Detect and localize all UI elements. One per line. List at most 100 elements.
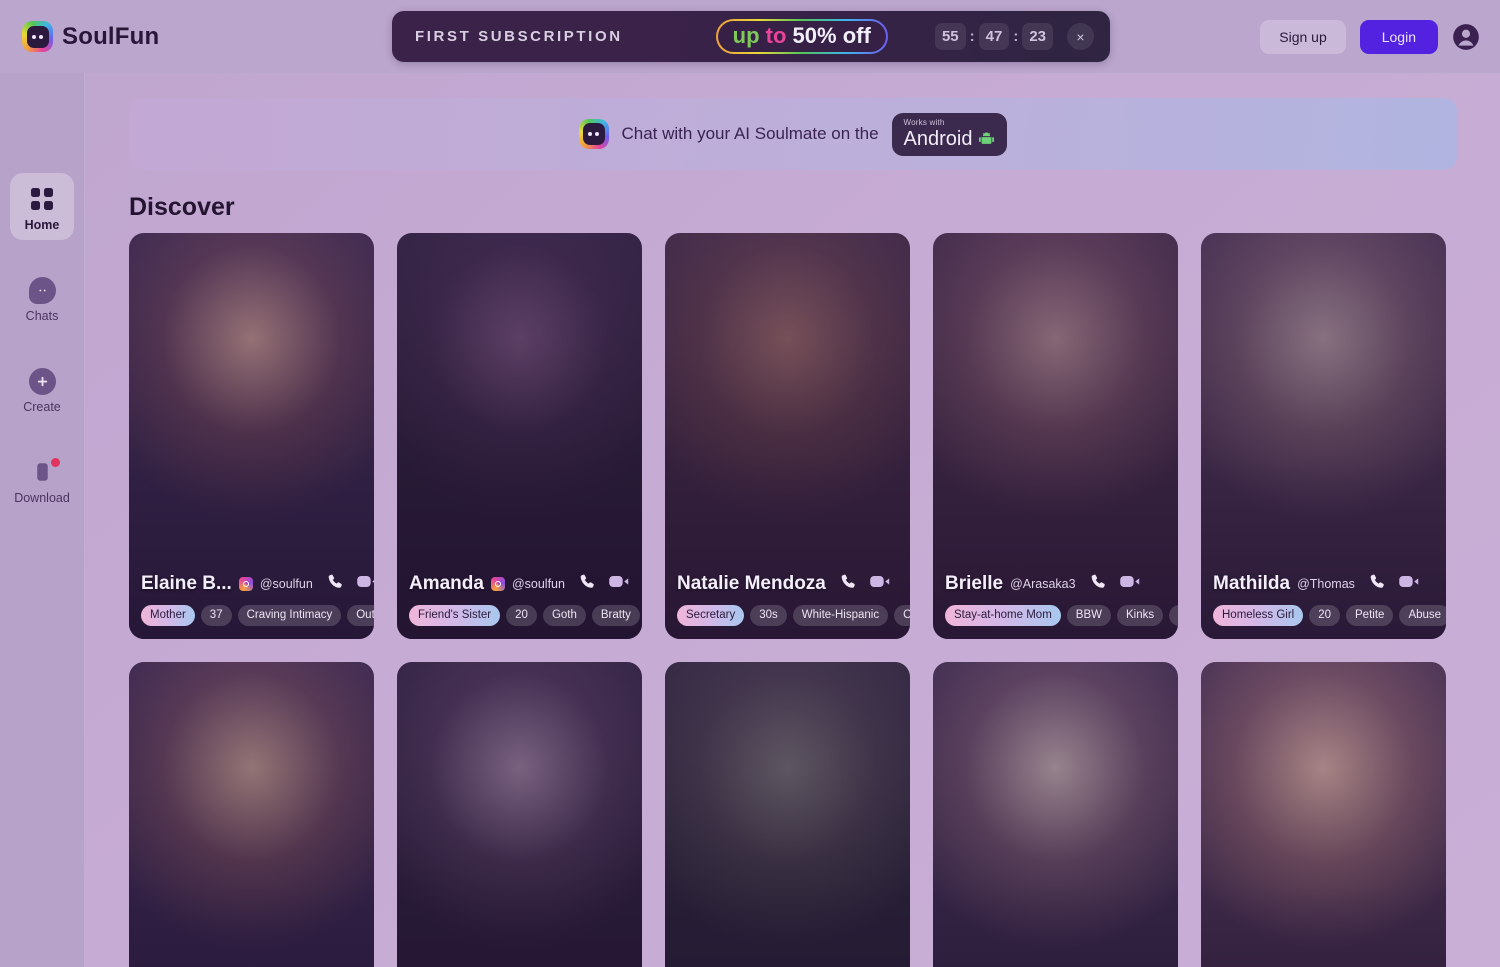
- card-name-row: Mathilda @Thomas: [1213, 572, 1434, 596]
- sidebar-item-label-download: Download: [14, 491, 70, 505]
- instagram-icon[interactable]: [238, 577, 253, 591]
- character-tag[interactable]: Outgoing: [347, 605, 374, 626]
- grid-dots-icon: [10, 184, 74, 214]
- character-card[interactable]: [1201, 662, 1446, 967]
- video-camera-icon[interactable]: [869, 572, 892, 596]
- sign-up-button[interactable]: Sign up: [1260, 19, 1346, 54]
- character-card[interactable]: Brielle @Arasaka3 Stay-at-home Mom BBW Kinks…: [933, 233, 1178, 639]
- brand-logo[interactable]: SoulFun: [22, 21, 282, 52]
- character-card-grid: Elaine B... @soulfun Mother 37 Craving Intim…: [129, 233, 1500, 967]
- character-tag[interactable]: 20: [1309, 605, 1341, 626]
- timer-minutes: 47: [978, 23, 1010, 50]
- instagram-icon[interactable]: [490, 577, 505, 591]
- user-avatar-icon[interactable]: [1452, 23, 1480, 51]
- sidebar-item-home[interactable]: Home: [10, 173, 74, 240]
- character-tag[interactable]: Craving Intimacy: [237, 605, 342, 626]
- character-card[interactable]: Amanda @soulfun Friend's Sister 20 Goth Bratt…: [397, 233, 642, 639]
- character-tag[interactable]: 20: [506, 605, 537, 626]
- card-info: Elaine B... @soulfun Mother 37 Craving Intim…: [129, 572, 374, 626]
- close-icon[interactable]: ×: [1067, 23, 1094, 50]
- character-tag[interactable]: Petite: [1346, 605, 1394, 626]
- card-overlay-gradient: [129, 662, 374, 967]
- video-camera-icon[interactable]: [608, 572, 631, 596]
- android-banner-text: Chat with your AI Soulmate on the: [621, 124, 879, 143]
- character-card[interactable]: [397, 662, 642, 967]
- main-content: Chat with your AI Soulmate on the Works …: [85, 73, 1500, 967]
- sidebar-item-chats[interactable]: Chats: [10, 264, 74, 331]
- character-tag-primary[interactable]: Homeless Girl: [1213, 605, 1304, 626]
- download-notification-badge: [51, 458, 60, 467]
- video-camera-icon[interactable]: [356, 572, 374, 596]
- call-actions: [839, 572, 892, 596]
- timer-separator-2: :: [1013, 28, 1019, 45]
- page-title: Discover: [129, 193, 235, 221]
- character-name: Brielle: [945, 573, 1004, 594]
- soulfun-robot-logo-icon: [22, 21, 53, 52]
- promo-word-to: to: [765, 22, 787, 48]
- card-info: Amanda @soulfun Friend's Sister 20 Goth Bratt…: [397, 572, 642, 626]
- character-tags: Friend's Sister20GothBrattyDemanding: [409, 605, 640, 626]
- card-info: Mathilda @Thomas Homeless Girl 20 Petite Abus…: [1201, 572, 1446, 626]
- timer-separator-1: :: [969, 28, 975, 45]
- android-badge-platform: Android: [903, 127, 973, 150]
- card-info: Brielle @Arasaka3 Stay-at-home Mom BBW Kinks…: [933, 572, 1178, 626]
- soulfun-robot-logo-icon-small: [578, 119, 609, 149]
- plus-circle-icon: [10, 366, 74, 396]
- character-tag-primary[interactable]: Secretary: [677, 605, 745, 626]
- android-store-badge[interactable]: Works with Android: [891, 112, 1008, 156]
- android-robot-icon: [979, 132, 995, 144]
- character-handle: @Thomas: [1297, 577, 1355, 591]
- character-handle: @soulfun: [511, 577, 565, 591]
- character-tag[interactable]: 37: [200, 605, 232, 626]
- promo-discount-badge[interactable]: up to 50% off: [716, 19, 888, 55]
- character-tag[interactable]: Abuse: [1399, 605, 1446, 626]
- character-tag-primary[interactable]: Mother: [141, 605, 195, 626]
- call-actions: [1089, 572, 1142, 596]
- timer-hours: 55: [934, 23, 966, 50]
- card-name-row: Amanda @soulfun: [409, 572, 630, 596]
- phone-call-icon[interactable]: [1368, 572, 1387, 596]
- character-tag[interactable]: OCD: [1169, 605, 1178, 626]
- character-card[interactable]: [129, 662, 374, 967]
- character-card[interactable]: [665, 662, 910, 967]
- character-card[interactable]: Elaine B... @soulfun Mother 37 Craving Intim…: [129, 233, 374, 639]
- brand-name: SoulFun: [62, 22, 160, 50]
- character-tag[interactable]: Office: [894, 605, 910, 626]
- character-tags: Stay-at-home MomBBWKinks OCD: [945, 605, 1178, 626]
- character-tag[interactable]: Goth: [542, 605, 586, 626]
- phone-call-icon[interactable]: [839, 572, 858, 596]
- character-tag[interactable]: BBW: [1066, 605, 1111, 626]
- character-tags: Homeless Girl20PetiteAbusePrecocious: [1213, 605, 1446, 626]
- promo-discount-value: 50% off: [792, 22, 871, 48]
- character-tag-primary[interactable]: Friend's Sister: [409, 605, 501, 626]
- mobile-phone-icon: [10, 457, 74, 487]
- character-tag[interactable]: Bratty: [591, 605, 640, 626]
- sidebar-item-download[interactable]: Download: [10, 446, 74, 513]
- character-name: Elaine B...: [141, 573, 232, 594]
- character-tag[interactable]: Kinks: [1116, 605, 1164, 626]
- character-tag-primary[interactable]: Stay-at-home Mom: [945, 605, 1061, 626]
- countdown-timer: 55 : 47 : 23: [934, 23, 1053, 50]
- video-camera-icon[interactable]: [1119, 572, 1142, 596]
- call-actions: [578, 572, 631, 596]
- sidebar-item-label-create: Create: [23, 400, 61, 414]
- promo-word-up: up: [732, 22, 760, 48]
- character-tags: Mother37Craving IntimacyOutgoing: [141, 605, 374, 626]
- android-promo-banner[interactable]: Chat with your AI Soulmate on the Works …: [129, 98, 1457, 170]
- character-card[interactable]: [933, 662, 1178, 967]
- card-overlay-gradient: [665, 662, 910, 967]
- phone-call-icon[interactable]: [326, 572, 345, 596]
- video-camera-icon[interactable]: [1398, 572, 1421, 596]
- character-name: Amanda: [409, 573, 484, 594]
- sidebar-item-create[interactable]: Create: [10, 355, 74, 422]
- character-card[interactable]: Natalie Mendoza Secretary 30s White-Hispani…: [665, 233, 910, 639]
- login-button[interactable]: Login: [1359, 19, 1438, 54]
- character-tag[interactable]: 30s: [750, 605, 787, 626]
- phone-call-icon[interactable]: [1089, 572, 1108, 596]
- character-card[interactable]: Mathilda @Thomas Homeless Girl 20 Petite Abus…: [1201, 233, 1446, 639]
- phone-call-icon[interactable]: [578, 572, 597, 596]
- character-name: Mathilda: [1213, 573, 1291, 594]
- character-tag[interactable]: White-Hispanic: [792, 605, 889, 626]
- chat-bubble-icon: [10, 275, 74, 305]
- card-overlay-gradient: [933, 662, 1178, 967]
